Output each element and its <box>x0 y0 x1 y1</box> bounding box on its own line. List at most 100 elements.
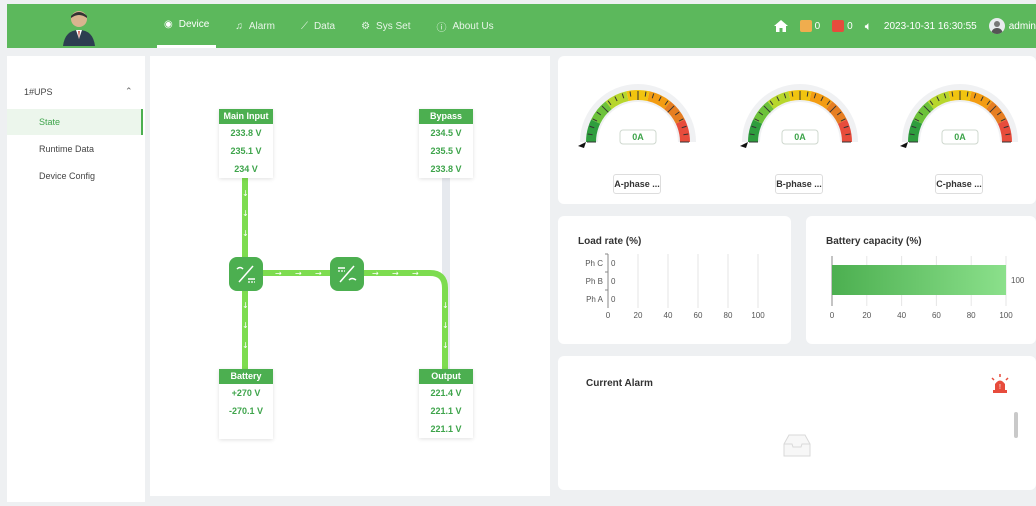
siren-icon[interactable]: ! <box>990 374 1010 394</box>
svg-text:↓: ↓ <box>242 229 249 238</box>
sidebar-item-runtime-data[interactable]: Runtime Data <box>7 136 143 162</box>
sidebar-group-ups[interactable]: 1#UPS <box>24 87 53 97</box>
gear-icon: ⚙ <box>361 20 371 32</box>
svg-text:↓: ↓ <box>442 301 449 310</box>
device-icon: ◉ <box>164 19 173 30</box>
main-input-title: Main Input <box>219 109 273 124</box>
sidebar: 1#UPS ⌃ State Runtime Data Device Config <box>7 56 145 502</box>
a-phase-label: A-phase ... <box>613 174 661 194</box>
critical-counter[interactable]: 0 <box>832 20 853 32</box>
svg-text:↓: ↓ <box>242 321 249 330</box>
speaker-icon[interactable]: 🔈︎ <box>865 19 872 34</box>
x-tick-label: 60 <box>932 311 941 320</box>
avatar <box>988 18 1005 34</box>
rectifier-icon <box>229 257 263 291</box>
chevron-up-icon[interactable]: ⌃ <box>125 86 133 97</box>
main-input-value: 234 V <box>234 164 258 174</box>
bar-value-label: 0 <box>611 277 616 286</box>
sidebar-item-label: State <box>39 117 61 127</box>
phase-gauge: 0A <box>740 84 858 148</box>
x-tick-label: 100 <box>999 311 1013 320</box>
output-value: 221.4 V <box>430 388 462 398</box>
tab-data-label: Data <box>313 20 336 32</box>
x-tick-label: 80 <box>724 311 733 320</box>
load-rate-card: Load rate (%) 0 20 40 60 80 100 Ph C 0 Ph B 0 Ph A… <box>558 216 791 344</box>
bypass-value: 235.5 V <box>430 146 462 156</box>
sidebar-item-state[interactable]: State <box>7 109 143 135</box>
load-rate-chart: 0 20 40 60 80 100Ph C 0Ph B 0Ph A0 <box>585 253 765 320</box>
bar-value-label: 0 <box>611 295 616 304</box>
gauge-value: 0A <box>632 132 644 142</box>
x-tick-label: 0 <box>606 311 611 320</box>
gauge-needle <box>740 142 748 148</box>
sidebar-item-device-config[interactable]: Device Config <box>7 163 143 189</box>
sidebar-item-label: Runtime Data <box>39 144 95 154</box>
svg-text:→: → <box>295 269 302 278</box>
current-alarm-title: Current Alarm <box>586 378 653 389</box>
x-tick-label: 40 <box>664 311 673 320</box>
critical-count: 0 <box>847 20 853 32</box>
bar-value-label: 0 <box>611 259 616 268</box>
datetime: 2023-10-31 16:30:55 <box>883 20 977 32</box>
main-input-value: 233.8 V <box>230 128 262 138</box>
phase-current-card: A-phase ... B-phase ... C-phase ... 0A 0A… <box>558 56 1036 204</box>
svg-text:→: → <box>275 269 282 278</box>
alarm-icon: ♫ <box>235 20 243 32</box>
phase-gauge: 0A <box>900 84 1018 148</box>
svg-text:!: ! <box>999 384 1001 391</box>
svg-text:↓: ↓ <box>242 209 249 218</box>
main-nav: ◉ Device ♫ Alarm ⟋ Data ⚙ Sys Set ⓘ Abou… <box>157 4 513 48</box>
alarm-bell-icon <box>832 20 845 32</box>
battery-node: Battery +270 V -270.1 V <box>219 369 273 439</box>
svg-text:↓: ↓ <box>242 341 249 350</box>
inverter-icon <box>330 257 364 291</box>
warning-icon <box>799 20 812 32</box>
svg-text:→: → <box>392 269 399 278</box>
tab-sys-set[interactable]: ⚙ Sys Set <box>354 4 417 48</box>
bypass-value: 234.5 V <box>430 128 462 138</box>
x-tick-label: 20 <box>634 311 643 320</box>
tab-device[interactable]: ◉ Device <box>157 4 217 48</box>
empty-inbox-icon <box>783 434 811 457</box>
output-title: Output <box>419 369 473 384</box>
svg-text:→: → <box>315 269 322 278</box>
warning-counter[interactable]: 0 <box>799 20 820 32</box>
main-input-node: Main Input 233.8 V 235.1 V 234 V <box>219 109 273 178</box>
user-logo-icon <box>63 11 95 46</box>
gauge-value: 0A <box>954 132 966 142</box>
scrollbar[interactable] <box>1014 412 1018 438</box>
tab-data[interactable]: ⟋ Data <box>294 4 342 48</box>
battery-capacity-chart: 0 20 40 60 80 100 100 <box>830 256 1025 320</box>
battery-bar <box>832 265 1006 295</box>
chart-icon: ⟋ <box>300 20 308 32</box>
tab-about-us[interactable]: ⓘ About Us <box>430 4 501 48</box>
current-alarm-card: Current Alarm ! <box>558 356 1036 490</box>
power-flow-diagram: ↓ ↓ ↓ ↓ ↓ ↓ → → → → → → ↓ ↓ ↓ Main Input 233.8 V 2… <box>150 56 550 496</box>
top-bar: ◉ Device ♫ Alarm ⟋ Data ⚙ Sys Set ⓘ Abou… <box>7 4 1036 48</box>
tab-sys-set-label: Sys Set <box>376 20 411 32</box>
svg-text:↓: ↓ <box>442 341 449 350</box>
output-node: Output 221.4 V 221.1 V 221.1 V <box>419 369 473 438</box>
battery-capacity-card: Battery capacity (%) 0 20 40 60 80 100 100 <box>806 216 1036 344</box>
svg-text:↓: ↓ <box>242 189 249 198</box>
home-icon[interactable] <box>773 20 788 32</box>
x-tick-label: 100 <box>751 311 765 320</box>
tab-alarm[interactable]: ♫ Alarm <box>228 4 282 48</box>
x-tick-label: 20 <box>862 311 871 320</box>
battery-value-label: 100 <box>1011 276 1025 285</box>
c-phase-label: C-phase ... <box>935 174 983 194</box>
y-tick-label: Ph C <box>585 259 603 268</box>
header-tools: 0 0 🔈︎ 2023-10-31 16:30:55 admin <box>773 4 1036 48</box>
bypass-node: Bypass 234.5 V 235.5 V 233.8 V <box>419 109 473 178</box>
svg-text:↓: ↓ <box>442 321 449 330</box>
phase-gauge: 0A <box>578 84 696 148</box>
main-input-value: 235.1 V <box>230 146 262 156</box>
info-icon: ⓘ <box>436 22 447 34</box>
output-value: 221.1 V <box>430 424 462 434</box>
battery-value: -270.1 V <box>228 406 264 416</box>
svg-text:↓: ↓ <box>242 301 249 310</box>
gauge-needle <box>578 142 586 148</box>
user-menu[interactable]: admin <box>988 18 1036 34</box>
battery-value: +270 V <box>231 388 261 398</box>
x-tick-label: 60 <box>694 311 703 320</box>
